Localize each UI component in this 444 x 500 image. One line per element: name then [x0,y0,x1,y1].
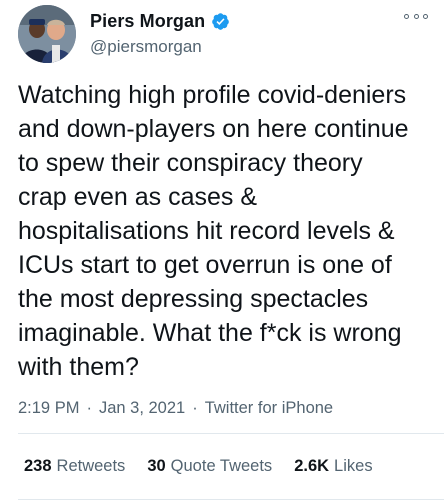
more-dot [423,13,428,19]
divider [18,433,444,434]
retweets-stat[interactable]: 238 Retweets [24,457,125,476]
meta-separator: · [86,399,92,417]
tweet-text: Watching high profile covid-deniers and … [18,81,409,381]
retweets-label: Retweets [56,457,126,475]
quote-tweets-label: Quote Tweets [170,457,273,475]
profile-photo [18,5,76,63]
tweet-stats: 238 Retweets 30 Quote Tweets 2.6K Likes [24,457,395,476]
more-options-icon[interactable] [404,8,428,24]
author-display-name[interactable]: Piers Morgan [90,11,205,32]
author-handle[interactable]: @piersmorgan [90,37,202,57]
retweets-count: 238 [24,457,52,475]
meta-separator: · [192,399,198,417]
likes-label: Likes [334,457,373,475]
tweet-time[interactable]: 2:19 PM [18,399,79,418]
quote-tweets-stat[interactable]: 30 Quote Tweets [147,457,272,476]
tweet-date[interactable]: Jan 3, 2021 [99,399,185,418]
tweet-meta: 2:19 PM · Jan 3, 2021 · Twitter for iPho… [18,399,333,418]
likes-count: 2.6K [294,457,330,475]
likes-stat[interactable]: 2.6K Likes [294,457,372,476]
verified-badge-icon [211,12,230,31]
tweet: Piers Morgan @piersmorgan Watching high … [0,0,444,500]
more-dot [404,13,409,19]
quote-tweets-count: 30 [147,457,166,475]
more-dot [413,13,419,19]
author-avatar[interactable] [18,5,76,63]
tweet-source[interactable]: Twitter for iPhone [205,399,333,418]
author-name-row[interactable]: Piers Morgan [90,10,230,32]
